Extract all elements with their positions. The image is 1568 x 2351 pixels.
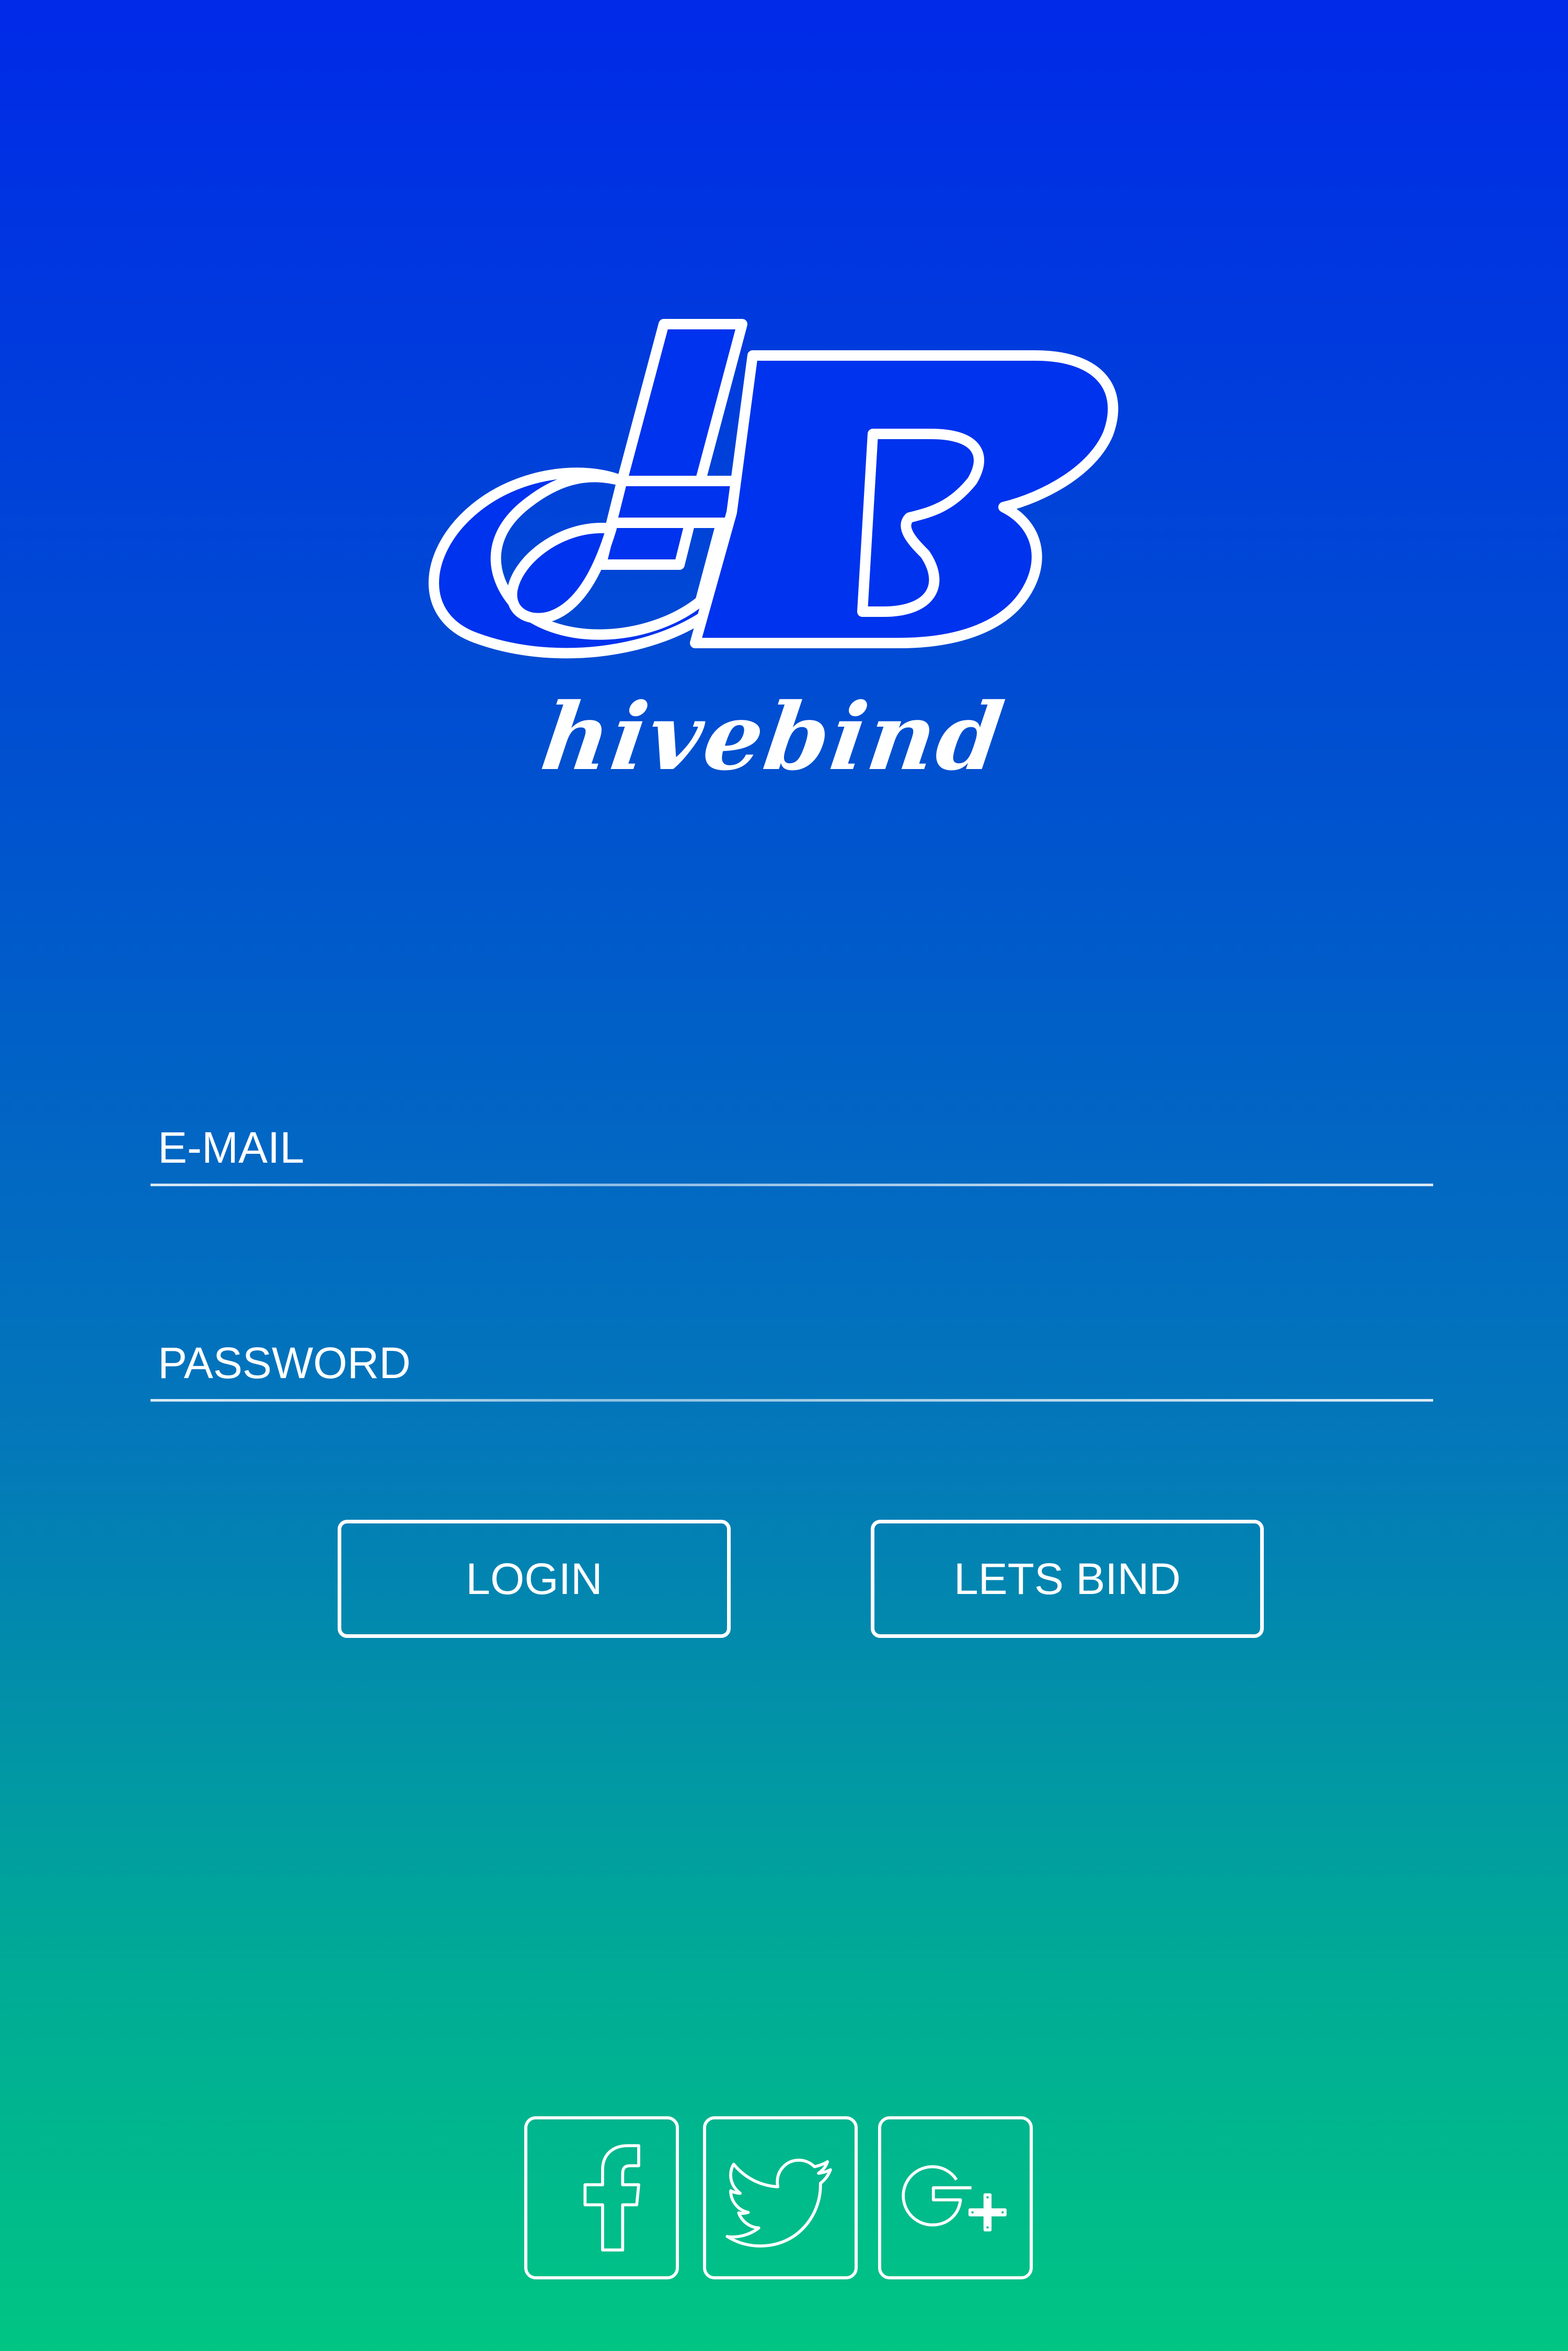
twitter-icon xyxy=(725,2159,832,2247)
google-plus-icon xyxy=(902,2165,1007,2232)
login-button[interactable]: LOGIN xyxy=(338,1520,731,1638)
facebook-button[interactable] xyxy=(524,2116,679,2279)
password-label: PASSWORD xyxy=(158,1338,411,1387)
facebook-icon xyxy=(583,2144,640,2252)
twitter-button[interactable] xyxy=(703,2116,858,2279)
password-underline xyxy=(151,1399,1433,1402)
email-underline xyxy=(151,1184,1433,1186)
brand-wordmark: hivebind xyxy=(535,683,1012,791)
email-label: E-MAIL xyxy=(158,1123,305,1172)
google-plus-button[interactable] xyxy=(878,2116,1033,2279)
email-field[interactable]: E-MAIL xyxy=(151,1119,1433,1186)
login-screen: hivebind E-MAIL PASSWORD LOGIN LETS BIND xyxy=(0,0,1568,2351)
hb-monogram-icon xyxy=(429,319,1119,659)
lets-bind-button[interactable]: LETS BIND xyxy=(871,1520,1264,1638)
password-field[interactable]: PASSWORD xyxy=(151,1334,1433,1402)
